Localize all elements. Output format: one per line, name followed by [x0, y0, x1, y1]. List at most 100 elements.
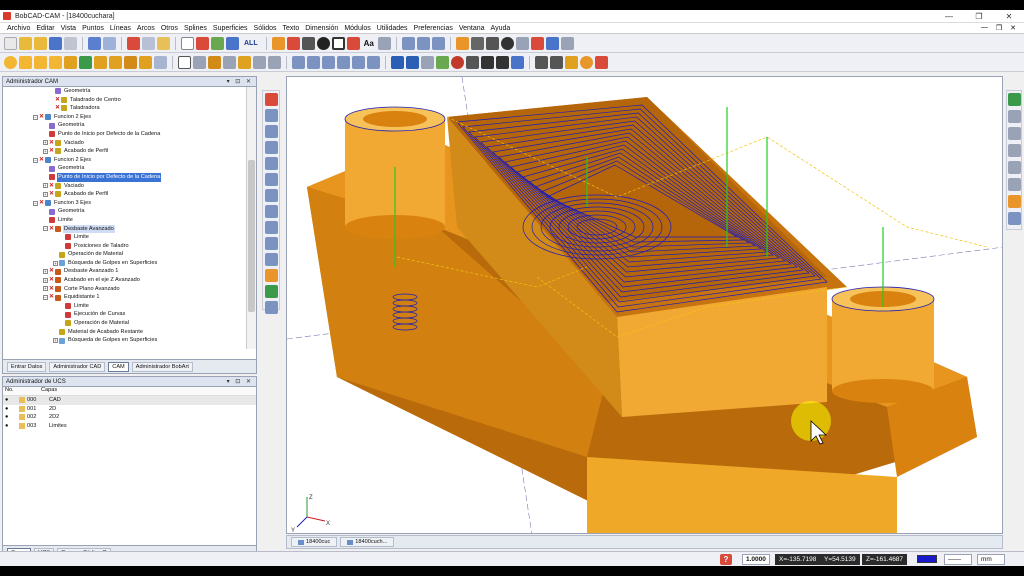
cam-tree-item[interactable]: Punto de Inicio por Defecto de la Cadena [3, 130, 246, 139]
3d-viewport[interactable]: Z X Y [286, 76, 1003, 534]
dim-radius-icon[interactable] [352, 55, 365, 69]
cam-tree-item[interactable]: + ✕ Acabado de Perfil [3, 190, 246, 199]
visibility-icon[interactable]: ● [3, 396, 19, 405]
cam-tree-item[interactable]: Material de Acabado Restante [3, 328, 246, 337]
loft-icon[interactable] [139, 55, 152, 69]
cam-model-scene[interactable]: Z X Y [287, 77, 1003, 534]
boolean-icon[interactable] [154, 55, 167, 69]
print-icon[interactable] [64, 36, 77, 50]
color-picker-icon[interactable] [286, 36, 300, 50]
extrude-icon[interactable] [94, 55, 107, 69]
new-file-icon[interactable] [4, 36, 17, 50]
hidden-lines-icon[interactable] [223, 55, 236, 69]
cone-icon[interactable] [19, 55, 32, 69]
zoom-window-icon[interactable] [455, 36, 469, 50]
trim-tool-icon[interactable] [264, 189, 278, 202]
cam-tree-item[interactable]: + ✕ Vaciado [3, 182, 246, 191]
cam-tree-item[interactable]: Geometría [3, 121, 246, 130]
cam-tree-scrollbar[interactable] [246, 87, 256, 349]
mdi-minimize-button[interactable]: — [981, 24, 988, 32]
cam-tree-item[interactable]: ✕ Taladrado de Centro [3, 96, 246, 105]
fillet-tool-icon[interactable] [264, 237, 278, 250]
menu-ventana[interactable]: Ventana [456, 25, 488, 32]
layer-row[interactable]: ● 000 CAD [3, 396, 256, 405]
collapse-icon[interactable]: − [43, 226, 48, 232]
pie-icon[interactable] [565, 55, 578, 69]
spline-icon[interactable] [346, 36, 360, 50]
wireframe-icon[interactable] [178, 55, 191, 69]
point-style-icon[interactable] [316, 36, 330, 50]
cut-icon[interactable] [127, 36, 140, 50]
select-chain-icon[interactable] [226, 36, 239, 50]
sphere-icon[interactable] [4, 55, 17, 69]
align-icon[interactable] [431, 36, 445, 50]
cam-tree-item[interactable]: Limite [3, 216, 246, 225]
menu-utilidades[interactable]: Utilidades [374, 25, 411, 32]
tab-administrador-cad[interactable]: Administrador CAD [49, 361, 106, 372]
cam-tree-item[interactable]: + ✕ Vaciado [3, 139, 246, 148]
menu-editar[interactable]: Editar [33, 25, 57, 32]
tab-cam[interactable]: CAM [108, 361, 129, 372]
pattern-tool-icon[interactable] [264, 285, 278, 298]
cam-tree-item[interactable]: + Búsqueda de Golpes en Superficies [3, 259, 246, 268]
collapse-icon[interactable]: − [33, 200, 38, 206]
stock-icon[interactable] [496, 55, 509, 69]
menu-ayuda[interactable]: Ayuda [488, 25, 514, 32]
collapse-icon[interactable]: − [33, 114, 38, 120]
offset-tool-icon[interactable] [264, 173, 278, 186]
text-tool-icon[interactable]: Aa [364, 39, 374, 48]
cam-tree-item[interactable]: + ✕ Acabado en el eje Z Avanzado [3, 276, 246, 285]
nc-code-icon[interactable] [550, 55, 563, 69]
menu-splines[interactable]: Splines [181, 25, 210, 32]
pan-icon[interactable] [485, 36, 499, 50]
dim-angle-icon[interactable] [337, 55, 350, 69]
expand-icon[interactable]: + [43, 140, 48, 146]
cam-tree-item[interactable]: Punto de Inicio por Defecto de la Cadena [3, 172, 246, 182]
menu-superficies[interactable]: Superficies [210, 25, 251, 32]
cam-tree-item[interactable]: Geometría [3, 87, 246, 96]
check-icon[interactable] [1007, 93, 1021, 106]
rectangle-icon[interactable] [331, 36, 345, 50]
wedge-icon[interactable] [64, 55, 77, 69]
doc-tab-2[interactable]: 18400cuch... [340, 537, 395, 547]
panel-controls[interactable]: ▾ ⊡ ✕ [227, 78, 256, 85]
point-tool-icon[interactable] [264, 93, 278, 106]
select-all-button[interactable]: ALL [244, 40, 258, 47]
cam-tree-item[interactable]: Geometría [3, 207, 246, 216]
polyline-tool-icon[interactable] [264, 157, 278, 170]
line-style-select[interactable]: —— [944, 554, 972, 565]
select-arrow-icon[interactable] [181, 36, 194, 50]
grid-icon[interactable] [416, 36, 430, 50]
visibility-icon[interactable]: ● [3, 413, 19, 422]
menu-modulos[interactable]: Módulos [341, 25, 373, 32]
line-tool-icon[interactable] [264, 109, 278, 122]
cube-view-icon[interactable] [560, 36, 574, 50]
measure-icon[interactable] [401, 36, 415, 50]
cam-tree-item[interactable]: + ✕ Acabado de Perfil [3, 147, 246, 156]
collapse-icon[interactable]: − [43, 295, 48, 301]
toolbar-options-icon[interactable] [268, 55, 281, 69]
view-top-icon[interactable] [391, 55, 404, 69]
arc-tool-icon[interactable] [264, 125, 278, 138]
folder-icon[interactable] [1007, 195, 1021, 208]
sweep-icon[interactable] [124, 55, 137, 69]
transform-icon[interactable] [377, 36, 391, 50]
doc-tab-1[interactable]: 18400cuc [291, 537, 338, 547]
minimize-button[interactable]: — [934, 10, 964, 23]
menu-dimension[interactable]: Dimensión [302, 25, 341, 32]
cam-tree-item[interactable]: + ✕ Corte Plano Avanzado [3, 285, 246, 294]
menu-lineas[interactable]: Líneas [107, 25, 134, 32]
menu-arcos[interactable]: Arcos [134, 25, 158, 32]
open-recent-icon[interactable] [34, 36, 47, 50]
open-folder-icon[interactable] [19, 36, 32, 50]
cam-tree-item[interactable]: − ✕ Funcion 2 Ejes [3, 113, 246, 122]
chamfer-tool-icon[interactable] [264, 253, 278, 266]
view-plane-icon[interactable] [515, 36, 529, 50]
view-iso-icon[interactable] [436, 55, 449, 69]
collapse-icon[interactable]: − [33, 157, 38, 163]
expand-icon[interactable]: + [53, 338, 58, 344]
view-front-icon[interactable] [406, 55, 419, 69]
cam-tree-item[interactable]: − ✕ Funcion 3 Ejes [3, 199, 246, 208]
cam-tree-item[interactable]: − ✕ Equidistante 1 [3, 293, 246, 302]
select-options-icon[interactable] [196, 36, 209, 50]
